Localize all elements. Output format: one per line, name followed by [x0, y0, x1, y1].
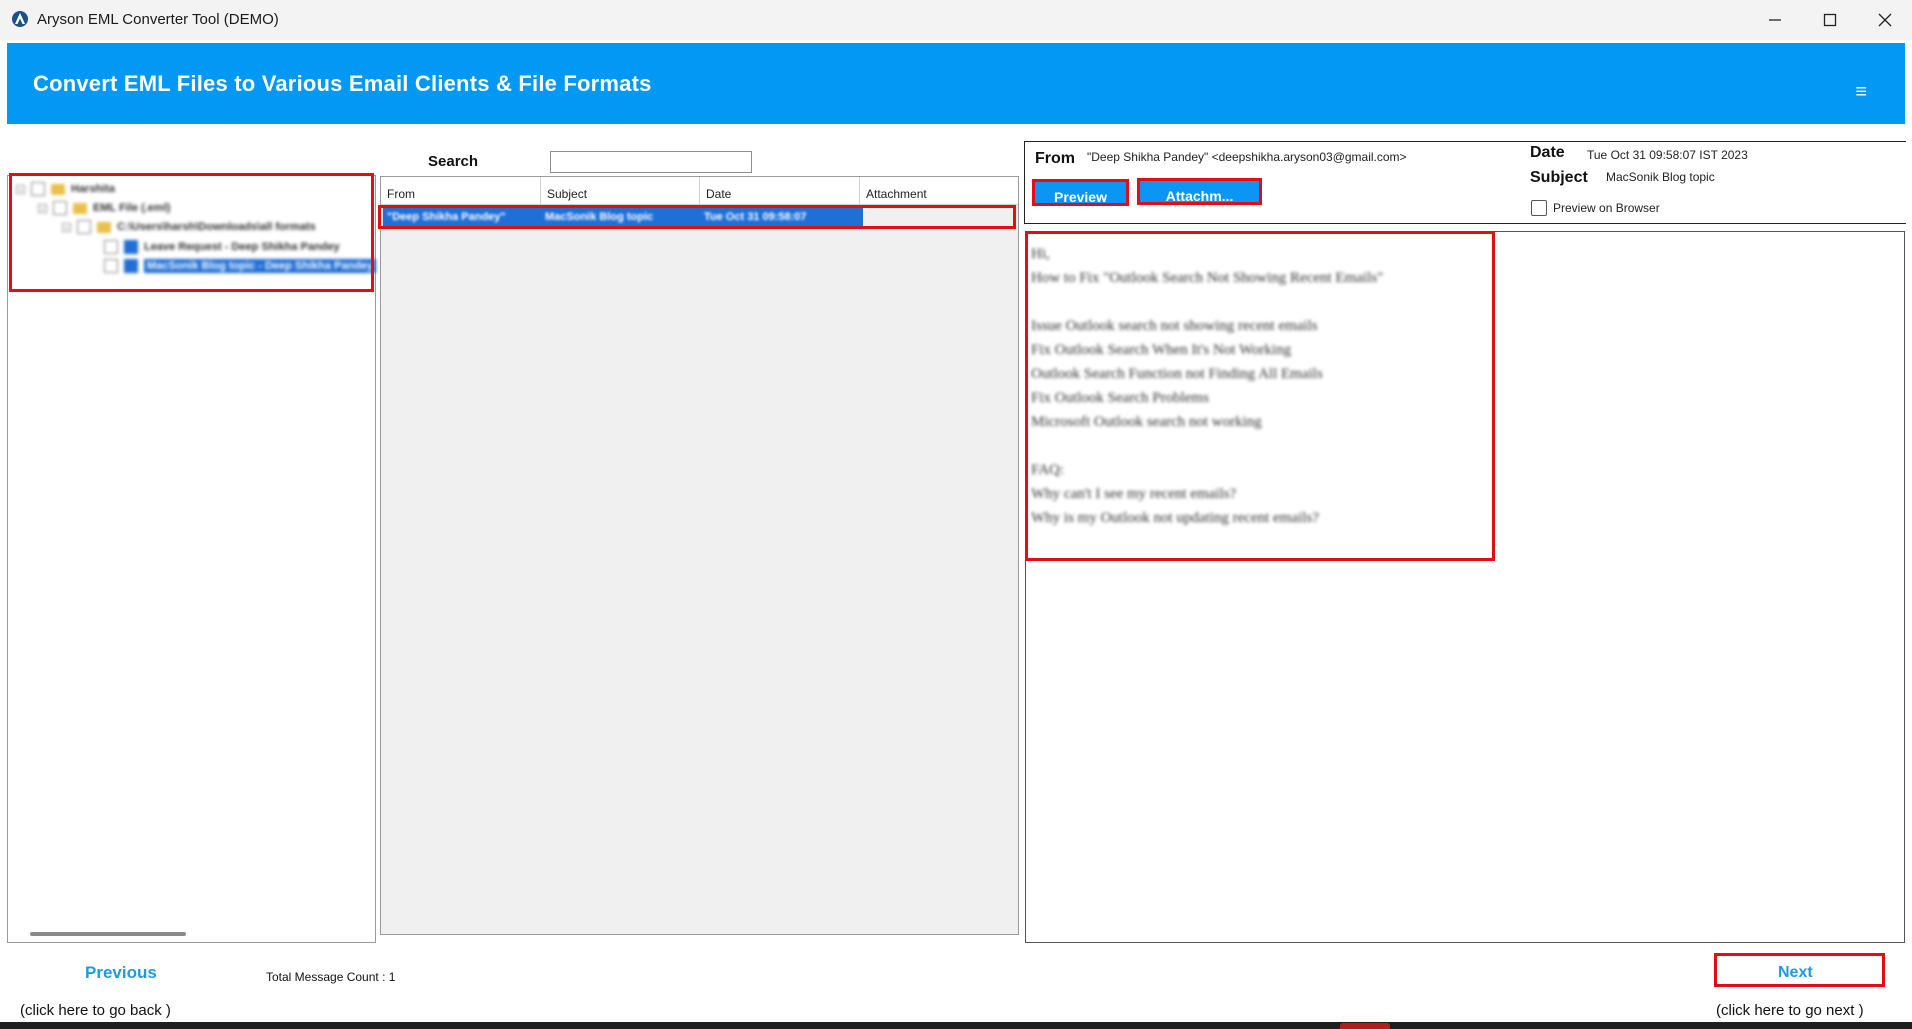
maximize-icon	[1823, 13, 1837, 27]
taskbar-indicator	[1340, 1023, 1390, 1029]
column-header-from[interactable]: From	[381, 177, 541, 205]
taskbar-strip	[0, 1022, 1912, 1029]
from-label: From	[1035, 150, 1075, 167]
preview-on-browser-label: Preview on Browser	[1553, 201, 1660, 215]
column-header-subject[interactable]: Subject	[541, 177, 700, 205]
title-bar: Aryson EML Converter Tool (DEMO)	[0, 0, 1912, 40]
attachment-button[interactable]: Attachm...	[1137, 178, 1262, 205]
previous-hint: (click here to go back )	[20, 1002, 171, 1019]
body-highlight-box	[1025, 231, 1495, 561]
message-list-panel[interactable]: From Subject Date Attachment "Deep Shikh…	[380, 176, 1019, 935]
subject-value: MacSonik Blog topic	[1606, 170, 1715, 184]
subject-label: Subject	[1530, 169, 1588, 186]
column-header-date[interactable]: Date	[700, 177, 860, 205]
hamburger-menu-icon[interactable]: ≡	[1855, 81, 1867, 104]
next-button[interactable]: Next	[1778, 964, 1813, 982]
date-value: Tue Oct 31 09:58:07 IST 2023	[1587, 148, 1748, 162]
date-label: Date	[1530, 144, 1565, 161]
tree-highlight-box	[9, 173, 374, 292]
aryson-logo-icon	[12, 11, 28, 27]
close-icon	[1878, 13, 1892, 27]
list-header: From Subject Date Attachment	[381, 177, 1018, 205]
next-hint: (click here to go next )	[1716, 1002, 1864, 1019]
column-header-attachment[interactable]: Attachment	[860, 177, 1018, 205]
minimize-icon	[1769, 19, 1781, 21]
window-title: Aryson EML Converter Tool (DEMO)	[37, 11, 279, 28]
maximize-button[interactable]	[1803, 0, 1857, 40]
banner-title: Convert EML Files to Various Email Clien…	[33, 71, 652, 96]
header-banner: Convert EML Files to Various Email Clien…	[7, 43, 1905, 124]
preview-on-browser-checkbox[interactable]	[1531, 200, 1547, 216]
search-label: Search	[428, 153, 479, 170]
search-input[interactable]	[550, 151, 752, 173]
minimize-button[interactable]	[1748, 0, 1802, 40]
horizontal-scrollbar[interactable]	[30, 932, 186, 936]
close-button[interactable]	[1858, 0, 1912, 40]
app-window: Aryson EML Converter Tool (DEMO) Convert…	[0, 0, 1912, 1029]
row-highlight-box	[378, 205, 1016, 229]
preview-button[interactable]: Preview	[1032, 179, 1129, 206]
from-value: "Deep Shikha Pandey" <deepshikha.aryson0…	[1087, 150, 1407, 164]
message-count: Total Message Count : 1	[266, 970, 396, 984]
previous-button[interactable]: Previous	[85, 963, 157, 983]
